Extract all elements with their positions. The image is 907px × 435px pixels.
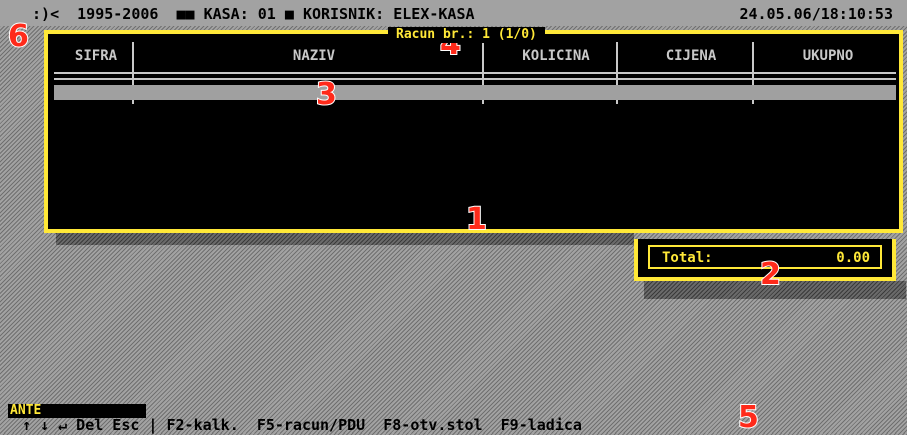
total-value: 0.00: [836, 250, 870, 266]
total-label: Total:: [662, 250, 713, 266]
copyright-years: < 1995-2006: [50, 5, 159, 23]
hint-f2[interactable]: F2-kalk.: [167, 418, 239, 433]
col-sifra: SIFRA: [74, 48, 118, 64]
col-naziv: NAZIV: [292, 48, 336, 64]
header-rule: [54, 72, 896, 74]
table-header: SIFRA NAZIV KOLICINA CIJENA UKUPNO: [54, 44, 896, 70]
hint-f9[interactable]: F9-ladica: [501, 418, 582, 433]
header-rule: [54, 78, 896, 80]
status-bar: :)< 1995-2006 ■■ KASA: 01 ■ KORISNIK: EL…: [0, 0, 907, 26]
receipt-shadow-bottom: [56, 233, 634, 245]
hint-f5[interactable]: F5-racun/PDU: [257, 418, 365, 433]
receipt-title: Racun br.: 1 (1/0): [388, 27, 545, 43]
col-ukupno: UKUPNO: [802, 48, 854, 64]
app-icon: :): [32, 5, 51, 23]
annotation-3: 3: [315, 77, 338, 112]
key-hints-bar: ↑ ↓ ↵ Del Esc | F2-kalk. F5-racun/PDU F8…: [22, 416, 582, 434]
datetime: 24.05.06/18:10:53: [739, 5, 893, 23]
current-user: KORISNIK: ELEX-KASA: [302, 5, 475, 23]
annotation-5: 5: [737, 400, 760, 435]
col-kolicina: KOLICINA: [522, 48, 590, 64]
selected-row[interactable]: [54, 85, 896, 100]
register-number: KASA: 01: [203, 5, 276, 23]
annotation-6: 6: [7, 19, 30, 54]
col-cijena: CIJENA: [665, 48, 717, 64]
annotation-1: 1: [465, 202, 488, 237]
status-bar-left: :)< 1995-2006 ■■ KASA: 01 ■ KORISNIK: EL…: [32, 5, 475, 23]
hint-f8[interactable]: F8-otv.stol: [383, 418, 482, 433]
hint-navigation-keys: ↑ ↓ ↵ Del Esc: [22, 416, 140, 434]
annotation-2: 2: [759, 257, 782, 292]
